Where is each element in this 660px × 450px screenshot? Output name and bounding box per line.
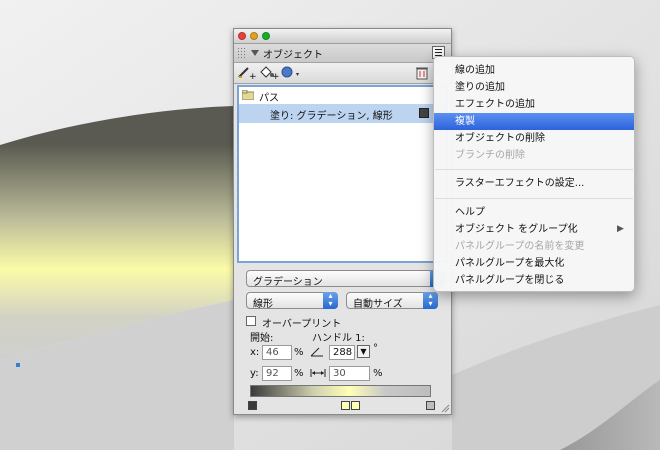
size-mode-value: 自動サイズ: [353, 299, 403, 310]
length-input[interactable]: 30: [329, 366, 370, 381]
folder-icon: [242, 90, 254, 100]
angle-icon: [310, 347, 323, 357]
effect-plus-icon: [281, 66, 299, 78]
gradient-stop-mid-1[interactable]: [341, 401, 350, 410]
trash-icon: [416, 67, 428, 80]
gradient-stop-mid-2[interactable]: [351, 401, 360, 410]
y-label: y:: [250, 368, 259, 379]
panel-context-menu: 線の追加 塗りの追加 エフェクトの追加 複製 オブジェクトの削除 ブランチの削除…: [433, 56, 635, 292]
tree-row-path-label: パス: [259, 93, 279, 104]
menu-separator: [435, 198, 633, 199]
fill-swatch-icon[interactable]: [419, 108, 429, 118]
menu-item-help[interactable]: ヘルプ: [434, 204, 634, 221]
menu-item-add-effect[interactable]: エフェクトの追加: [434, 96, 634, 113]
x-input[interactable]: 46: [262, 345, 292, 360]
menu-item-duplicate[interactable]: 複製: [434, 113, 634, 130]
add-fill-button[interactable]: +: [258, 65, 280, 82]
dropdown-arrow-icon: ▴▾: [423, 292, 438, 309]
menu-item-add-stroke[interactable]: 線の追加: [434, 62, 634, 79]
svg-text:+: +: [272, 72, 280, 80]
tree-row-fill[interactable]: 塗り: グラデーション, 線形: [239, 104, 446, 123]
overprint-label: オーバープリント: [262, 319, 342, 330]
menu-separator: [435, 169, 633, 170]
resize-grip-icon[interactable]: [440, 403, 450, 413]
angle-input[interactable]: 288: [329, 345, 355, 360]
menu-item-add-fill[interactable]: 塗りの追加: [434, 79, 634, 96]
length-percent: %: [373, 368, 383, 379]
x-label: x:: [250, 347, 260, 358]
menu-item-raster-effect-settings[interactable]: ラスターエフェクトの設定...: [434, 175, 634, 192]
size-mode-dropdown[interactable]: 自動サイズ ▴ ▾: [346, 292, 438, 310]
close-window-button[interactable]: [238, 32, 246, 40]
handle-label: ハンドル 1:: [312, 333, 365, 344]
add-effect-button[interactable]: [280, 65, 302, 80]
dropdown-arrow-icon: ▴▾: [323, 292, 338, 309]
menu-item-rename-panel-group: パネルグループの名前を変更: [455, 241, 585, 252]
pen-plus-icon: +: [238, 67, 257, 82]
minimize-window-button[interactable]: [250, 32, 258, 40]
tree-row-path[interactable]: パス: [239, 87, 446, 104]
angle-dropdown-button[interactable]: ▼: [357, 345, 370, 358]
panel-tab-title[interactable]: オブジェクト: [263, 46, 323, 61]
svg-text:+: +: [249, 72, 257, 80]
y-percent: %: [294, 368, 304, 379]
object-panel: オブジェクト + + パス 塗り: グラデーション, 線形 グラデーション 線形…: [233, 28, 452, 415]
drag-grip-icon[interactable]: [237, 47, 245, 58]
collapse-triangle-icon[interactable]: [251, 50, 259, 56]
degree-symbol: °: [373, 343, 378, 354]
length-icon: [310, 369, 326, 377]
menu-item-delete-object[interactable]: オブジェクトの削除: [434, 130, 634, 147]
gradient-stop-start[interactable]: [248, 401, 257, 410]
gradient-stop-end[interactable]: [426, 401, 435, 410]
gradient-type-value: グラデーション: [253, 277, 323, 288]
panel-toolbar: + +: [234, 63, 451, 84]
object-tree: パス 塗り: グラデーション, 線形: [237, 85, 448, 263]
menu-item-maximize-panel-group[interactable]: パネルグループを最大化: [434, 255, 634, 272]
gradient-type-dropdown[interactable]: グラデーション ▴▾: [246, 270, 445, 288]
tree-row-fill-label: 塗り: グラデーション, 線形: [270, 111, 393, 122]
panel-titlebar[interactable]: [234, 29, 451, 44]
menu-item-delete-branch: ブランチの削除: [455, 150, 525, 161]
zoom-window-button[interactable]: [262, 32, 270, 40]
start-label: 開始:: [250, 333, 274, 344]
x-percent: %: [294, 347, 304, 358]
gradient-style-dropdown[interactable]: 線形 ▴ ▾: [246, 292, 338, 310]
add-stroke-button[interactable]: +: [236, 65, 258, 82]
bucket-plus-icon: +: [260, 66, 280, 82]
submenu-arrow-icon: ▶: [617, 224, 624, 234]
gradient-style-value: 線形: [253, 299, 273, 310]
delete-button[interactable]: [413, 65, 431, 80]
gradient-ramp[interactable]: [250, 385, 431, 397]
y-input[interactable]: 92: [262, 366, 292, 381]
menu-item-group-into[interactable]: オブジェクト をグループ化: [434, 221, 634, 238]
panel-tab-row: オブジェクト: [234, 44, 451, 63]
menu-item-close-panel-group[interactable]: パネルグループを閉じる: [434, 272, 634, 289]
overprint-checkbox[interactable]: [246, 316, 256, 326]
